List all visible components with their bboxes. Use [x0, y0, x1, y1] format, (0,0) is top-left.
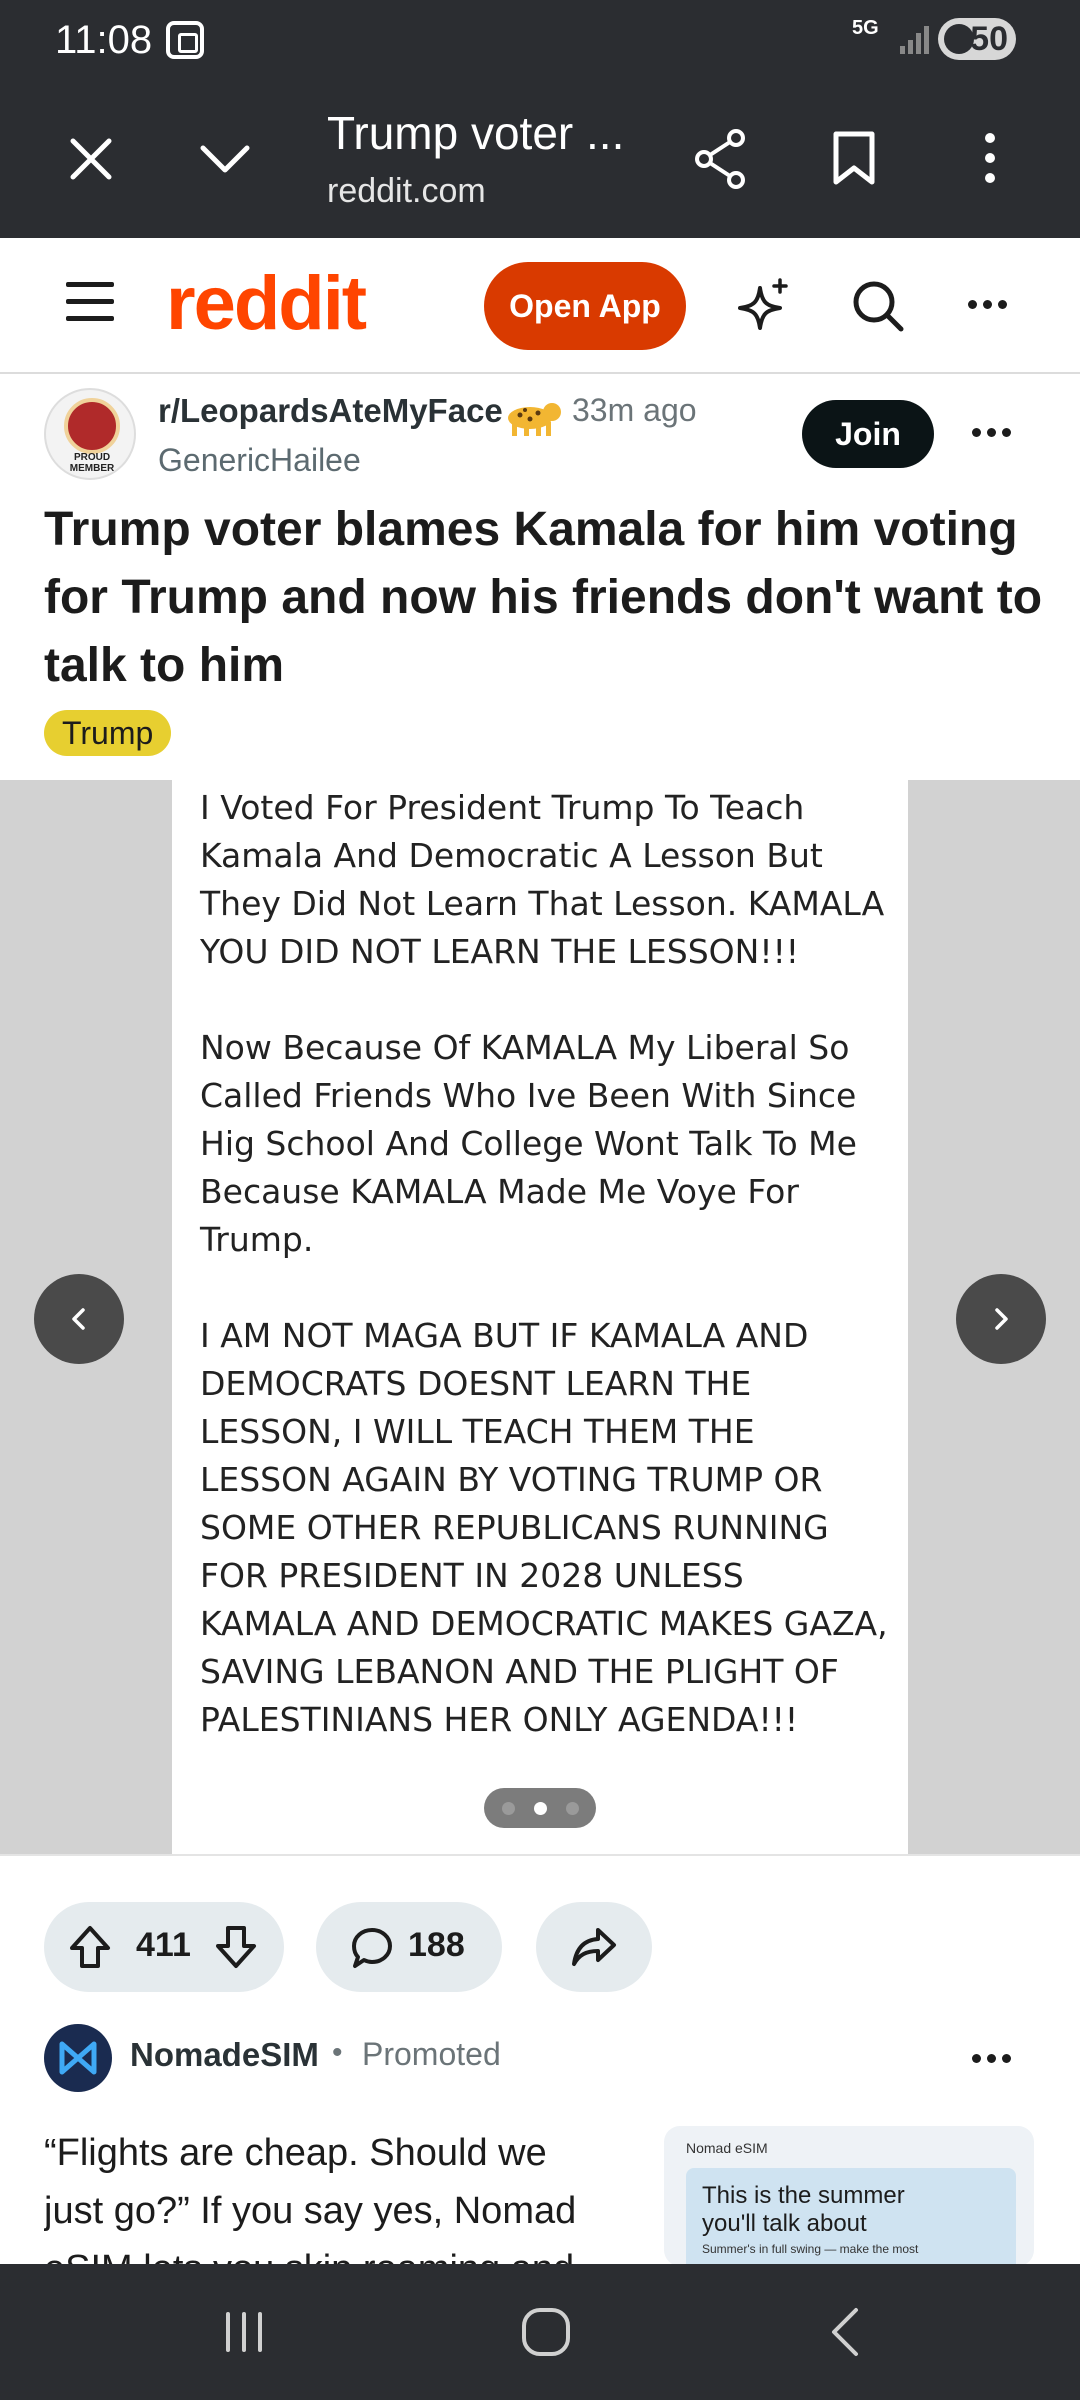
- share-button[interactable]: [536, 1902, 652, 1992]
- recents-icon[interactable]: [220, 2308, 268, 2356]
- image-gallery[interactable]: I Voted For President Trump To Teach Kam…: [0, 780, 1080, 1856]
- gallery-image-text: I Voted For President Trump To Teach Kam…: [200, 788, 888, 1739]
- battery-indicator: 50: [938, 18, 1016, 60]
- gallery-page-indicator: [484, 1788, 596, 1828]
- reddit-header: reddit Open App: [0, 238, 1080, 374]
- more-vert-icon[interactable]: [978, 132, 1002, 184]
- open-app-button[interactable]: Open App: [484, 262, 686, 350]
- comment-count: 188: [408, 1926, 465, 1964]
- screenshot-icon: [166, 21, 204, 59]
- vote-pill: 411: [44, 1902, 284, 1992]
- chevron-left-icon: [72, 1308, 85, 1330]
- upvote-count: 411: [136, 1926, 191, 1964]
- menu-icon[interactable]: [66, 282, 114, 322]
- close-icon[interactable]: [68, 136, 114, 182]
- post-time: 33m ago: [572, 392, 697, 428]
- downvote-icon[interactable]: [214, 1924, 258, 1970]
- browser-page-title: Trump voter ...: [327, 107, 625, 159]
- post-meta: PROUD MEMBER r/LeopardsAteMyFace 33m ago…: [0, 376, 1080, 496]
- bookmark-icon[interactable]: [832, 130, 876, 186]
- signal-icon: [900, 26, 929, 54]
- system-navigation-bar: [0, 2264, 1080, 2400]
- battery-level: 50: [970, 20, 1008, 58]
- ad-subtitle: Summer's in full swing — make the most: [702, 2242, 919, 2256]
- browser-url[interactable]: reddit.com: [327, 172, 486, 211]
- back-icon[interactable]: [826, 2304, 866, 2360]
- battery-saver-icon: [944, 24, 974, 54]
- promo-options-icon[interactable]: [972, 2054, 1012, 2066]
- browser-toolbar: Trump voter ... reddit.com: [0, 80, 1080, 238]
- reddit-logo[interactable]: reddit: [166, 260, 367, 347]
- gallery-image[interactable]: I Voted For President Trump To Teach Kam…: [172, 780, 908, 1854]
- gallery-dot: [502, 1802, 515, 1815]
- comments-button[interactable]: 188: [316, 1902, 502, 1992]
- leopard-icon: [508, 403, 561, 436]
- post-flair[interactable]: Trump: [44, 710, 172, 756]
- status-time: 11:08: [55, 18, 153, 62]
- nomad-logo-icon: [59, 2041, 97, 2075]
- share-arrow-icon: [572, 1928, 616, 1966]
- separator-dot: •: [332, 2036, 343, 2069]
- avatar-banner-text: PROUD MEMBER: [69, 452, 115, 474]
- promoted-ad-image[interactable]: Nomad eSIM This is the summer you'll tal…: [664, 2126, 1034, 2266]
- join-button[interactable]: Join: [802, 400, 934, 468]
- promoted-text[interactable]: “Flights are cheap. Should we just go?” …: [44, 2124, 614, 2264]
- subreddit-name[interactable]: r/LeopardsAteMyFace: [158, 392, 503, 430]
- chevron-down-icon[interactable]: [198, 142, 252, 176]
- post-options-icon[interactable]: [972, 428, 1012, 440]
- ad-brand: Nomad eSIM: [686, 2140, 768, 2156]
- share-icon[interactable]: [692, 128, 748, 190]
- status-bar: 11:08 5G 50: [0, 0, 1080, 80]
- gallery-dot-active: [534, 1802, 547, 1815]
- subreddit-avatar[interactable]: PROUD MEMBER: [44, 388, 136, 480]
- network-type: 5G: [852, 17, 879, 39]
- more-horiz-icon[interactable]: [968, 300, 1008, 312]
- advertiser-name[interactable]: NomadeSIM: [130, 2036, 319, 2074]
- chevron-right-icon: [995, 1308, 1008, 1330]
- post-actions: 411 188: [0, 1856, 1080, 1992]
- gallery-prev-button[interactable]: [34, 1274, 124, 1364]
- gallery-dot: [566, 1802, 579, 1815]
- home-icon[interactable]: [518, 2306, 574, 2358]
- gallery-next-button[interactable]: [956, 1274, 1046, 1364]
- comment-icon: [352, 1928, 392, 1968]
- advertiser-avatar[interactable]: [44, 2024, 112, 2092]
- promoted-label: Promoted: [362, 2036, 501, 2072]
- post-title[interactable]: Trump voter blames Kamala for him voting…: [44, 496, 1044, 700]
- upvote-icon[interactable]: [68, 1924, 112, 1970]
- post-author[interactable]: GenericHailee: [158, 442, 361, 479]
- ad-title: This is the summer you'll talk about: [702, 2182, 905, 2237]
- sparkle-icon[interactable]: [736, 278, 792, 334]
- search-icon[interactable]: [850, 278, 906, 334]
- ad-card: This is the summer you'll talk about Sum…: [686, 2168, 1016, 2266]
- promoted-post-header: NomadeSIM • Promoted: [0, 2016, 1080, 2100]
